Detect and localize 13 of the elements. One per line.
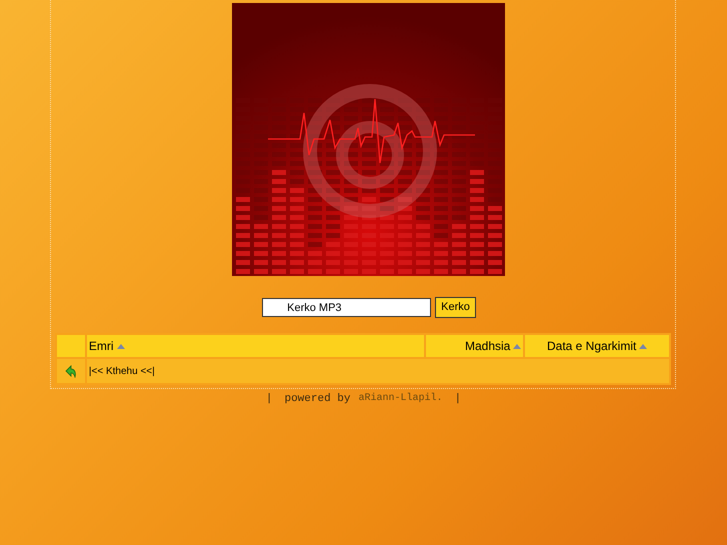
search-button[interactable]: Kerko — [435, 297, 476, 318]
search-field[interactable]: Kerko MP3 — [262, 298, 432, 317]
column-header[interactable]: Madhsia — [424, 334, 524, 358]
separator: | — [454, 392, 462, 407]
sort-ascending-icon — [116, 344, 125, 348]
column-header[interactable]: Data e Ngarkimit — [524, 334, 670, 358]
back-link[interactable]: |<< Kthehu <<| — [88, 366, 155, 376]
footer-text: powered by — [284, 392, 350, 407]
sort-ascending-icon — [513, 344, 522, 348]
separator: | — [266, 392, 272, 407]
column-header[interactable]: Emri — [86, 334, 425, 358]
back-arrow-icon[interactable] — [64, 365, 77, 378]
sort-ascending-icon — [639, 344, 648, 348]
